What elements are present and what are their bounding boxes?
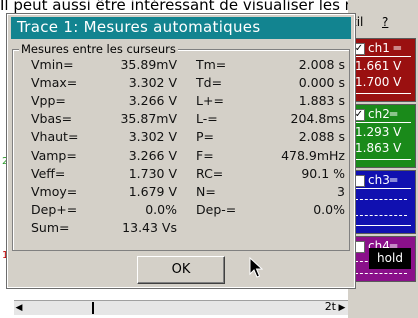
ok-button[interactable]: OK — [137, 256, 225, 284]
channel-3-bracket — [352, 188, 411, 226]
measurement-label: P= — [196, 129, 215, 145]
measurement-label: Sum= — [31, 219, 70, 235]
channel-1-box[interactable]: ✓ ch1 ═ 1.661 V 1.700 V — [350, 38, 416, 102]
measurement-label: RC= — [196, 165, 224, 181]
measurement-value: 3 — [337, 183, 345, 199]
measurement-value: 0.0% — [145, 201, 177, 217]
measurement-label: Tm= — [196, 57, 227, 72]
group-caption: Mesures entre les curseurs — [19, 42, 178, 56]
measurement-value: 0.000 s — [298, 75, 345, 91]
dialog-title: Trace 1: Mesures automatiques — [11, 17, 351, 39]
measurement-label: Td= — [196, 75, 223, 91]
channel-2-value-2: 1.863 V — [355, 141, 402, 155]
measurement-value: 3.302 V — [128, 129, 177, 145]
measurement-label: Vmax= — [31, 75, 78, 91]
measurement-value: 1.730 V — [128, 165, 177, 181]
measurement-value: 3.266 V — [128, 147, 177, 163]
channel-3-empty-2 — [355, 215, 407, 216]
hold-button[interactable]: hold — [369, 248, 411, 269]
measurement-value: 13.43 Vs — [122, 219, 177, 235]
scroll-thumb[interactable] — [92, 302, 94, 314]
measurement-label: Vmoy= — [31, 183, 78, 199]
measurement-label: Vmin= — [31, 57, 74, 72]
measurement-value: 35.87mV — [120, 111, 177, 127]
measurement-label: Vhaut= — [31, 129, 79, 145]
measurement-value: 2.088 s — [298, 129, 345, 145]
measurement-label: Dep-= — [196, 201, 237, 217]
measurement-label: Dep+= — [31, 201, 78, 217]
channel-4-empty-2 — [355, 273, 407, 274]
measurement-label: Vpp= — [31, 93, 66, 109]
measurement-label: Veff= — [31, 165, 66, 181]
channel-3-label: ch3═ — [368, 173, 398, 187]
measurement-value: 0.0% — [313, 201, 345, 217]
measurement-value: 2.008 s — [298, 57, 345, 72]
measurement-value: 1.883 s — [298, 93, 345, 109]
channel-1-label: ch1 ═ — [368, 41, 401, 55]
menu-help[interactable]: ? — [382, 15, 388, 29]
channel-3-empty-1 — [355, 199, 407, 200]
channel-2-box[interactable]: ✓ ch2═ 1.293 V 1.863 V — [350, 104, 416, 168]
measurements-dialog: Trace 1: Mesures automatiques Mesures en… — [6, 13, 356, 289]
measurement-label: N= — [196, 183, 216, 199]
channel-1-value-1: 1.661 V — [355, 59, 402, 73]
measurement-label: L-= — [196, 111, 218, 127]
measurement-value: 35.89mV — [120, 57, 177, 72]
channel-2-value-1: 1.293 V — [355, 125, 402, 139]
measurement-value: 3.302 V — [128, 75, 177, 91]
scroll-left-arrow-icon[interactable]: ◀ — [15, 303, 23, 313]
measurement-value: 3.266 V — [128, 93, 177, 109]
measurement-label: L+= — [196, 93, 224, 109]
measurement-value: 478.9mHz — [281, 147, 345, 163]
measurement-label: Vbas= — [31, 111, 73, 127]
measurement-value: 90.1 % — [301, 165, 345, 181]
mouse-pointer-icon — [249, 257, 263, 278]
measurements-group: Mesures entre les curseurs Vmin= 35.89mV V… — [12, 42, 350, 251]
channel-2-label: ch2═ — [368, 107, 398, 121]
measurement-label: F= — [196, 147, 214, 163]
scroll-marker: 2t — [324, 300, 336, 313]
measurement-value: 1.679 V — [128, 183, 177, 199]
measurement-value: 204.8ms — [290, 111, 345, 127]
scroll-right-arrow-icon[interactable]: ▶ — [338, 303, 346, 313]
channel-3-box[interactable]: ch3═ — [350, 170, 416, 234]
horizontal-scrollbar[interactable]: ◀ 2t ▶ — [14, 300, 348, 315]
measurement-label: Vamp= — [31, 147, 77, 163]
channel-1-value-2: 1.700 V — [355, 75, 402, 89]
menu-bar: til ? — [348, 14, 418, 34]
